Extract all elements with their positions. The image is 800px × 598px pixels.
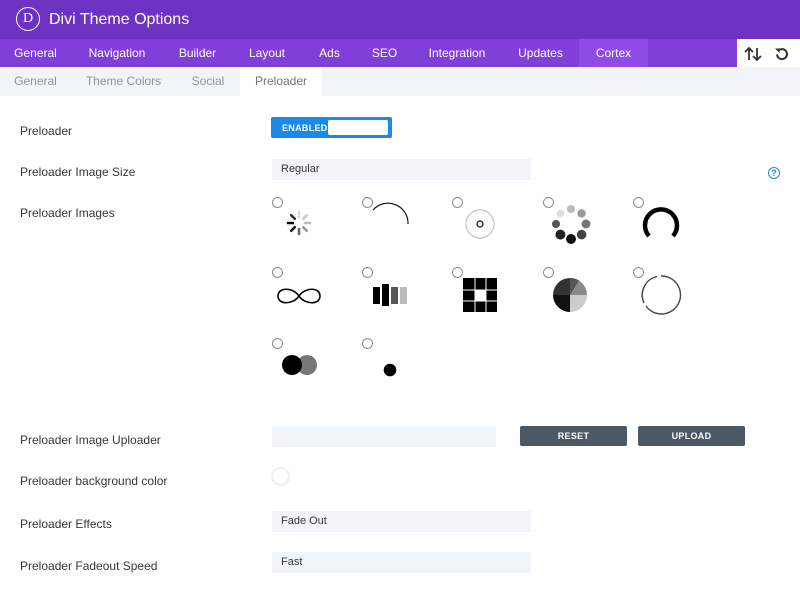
- tab-cortex[interactable]: Cortex: [579, 39, 648, 67]
- sort-arrows-icon[interactable]: [744, 46, 762, 62]
- tab-navigation[interactable]: Navigation: [71, 39, 163, 67]
- ring-dot-spinner-icon: [465, 209, 495, 239]
- pie-spinner-icon: [553, 277, 587, 312]
- arc-spinner-icon: [372, 202, 409, 225]
- tab-layout[interactable]: Layout: [232, 39, 302, 67]
- reset-button[interactable]: RESET: [520, 426, 627, 446]
- bg-color-swatch[interactable]: [271, 467, 290, 486]
- grid-spinner-icon: [463, 278, 497, 312]
- subtab-general[interactable]: General: [0, 67, 71, 96]
- uploader-input[interactable]: [272, 426, 496, 447]
- radio-two-circles-spinner[interactable]: [272, 338, 283, 349]
- radio-single-dot-spinner[interactable]: [362, 338, 373, 349]
- upload-button[interactable]: UPLOAD: [638, 426, 745, 446]
- undo-icon[interactable]: [774, 46, 790, 62]
- two-circles-spinner-icon: [282, 355, 317, 375]
- radio-infinity-spinner[interactable]: [272, 267, 283, 278]
- divi-logo: D: [16, 7, 40, 31]
- effects-label: Preloader Effects: [20, 517, 112, 531]
- radio-dots-spinner[interactable]: [272, 197, 283, 208]
- bars-spinner-icon: [373, 284, 407, 306]
- image-size-select[interactable]: Regular: [272, 159, 531, 180]
- tab-ads[interactable]: Ads: [302, 39, 357, 67]
- main-nav: General Navigation Builder Layout Ads SE…: [0, 39, 800, 67]
- uploader-label: Preloader Image Uploader: [20, 433, 161, 447]
- page-title: Divi Theme Options: [49, 11, 190, 28]
- nav-tools: [737, 39, 800, 68]
- tab-builder[interactable]: Builder: [163, 39, 232, 67]
- radio-bars-spinner[interactable]: [362, 267, 373, 278]
- toggle-knob: [328, 120, 388, 135]
- images-label: Preloader Images: [20, 206, 115, 220]
- infinity-spinner-icon: [277, 288, 321, 304]
- radio-grid-spinner[interactable]: [452, 267, 463, 278]
- subtab-social[interactable]: Social: [176, 67, 240, 96]
- effects-select[interactable]: Fade Out: [272, 511, 531, 532]
- tab-integration[interactable]: Integration: [412, 39, 502, 67]
- fadeout-speed-select[interactable]: Fast: [272, 552, 531, 573]
- single-dot-spinner-icon: [383, 363, 397, 377]
- dots-spinner-icon: [286, 210, 312, 236]
- tab-general[interactable]: General: [0, 39, 71, 67]
- title-bar: D Divi Theme Options: [0, 0, 800, 39]
- preloader-toggle[interactable]: ENABLED: [271, 117, 392, 138]
- subtab-preloader[interactable]: Preloader: [240, 67, 322, 96]
- thick-arc-spinner-icon: [642, 207, 680, 238]
- image-size-label: Preloader Image Size: [20, 165, 136, 179]
- subtab-theme-colors[interactable]: Theme Colors: [71, 67, 176, 96]
- help-icon[interactable]: ?: [768, 167, 780, 179]
- circle-dots-spinner-icon: [552, 205, 591, 244]
- toggle-state: ENABLED: [282, 123, 328, 133]
- bg-color-label: Preloader background color: [20, 474, 168, 488]
- fadeout-speed-label: Preloader Fadeout Speed: [20, 559, 158, 573]
- broken-ring-spinner-icon: [641, 275, 682, 315]
- sub-nav: General Theme Colors Social Preloader: [0, 67, 800, 96]
- preloader-label: Preloader: [20, 124, 73, 138]
- tab-updates[interactable]: Updates: [502, 39, 579, 67]
- radio-ring-dot-spinner[interactable]: [452, 197, 463, 208]
- tab-seo[interactable]: SEO: [357, 39, 412, 67]
